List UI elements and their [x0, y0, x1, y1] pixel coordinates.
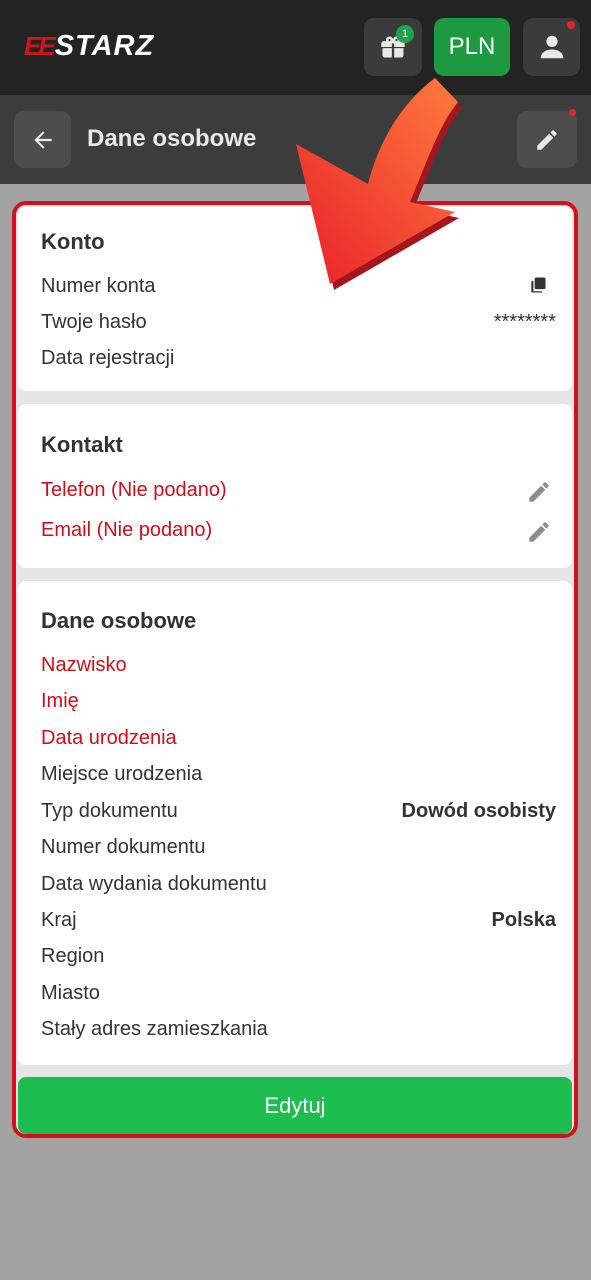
password-label: Twoje hasło [41, 311, 147, 333]
gift-count-badge: 1 [396, 25, 414, 43]
document-type-label: Typ dokumentu [41, 800, 178, 822]
logo-mark: EE [24, 30, 56, 61]
edit-notification-dot [569, 109, 576, 116]
document-type-value: Dowód osobisty [401, 800, 556, 822]
city-label: Miasto [41, 982, 100, 1004]
address-label: Stały adres zamieszkania [41, 1018, 268, 1040]
user-icon [540, 35, 563, 59]
password-value: ******** [493, 311, 556, 333]
phone-row[interactable]: Telefon (Nie podano) [41, 479, 556, 507]
document-issue-date-label: Data wydania dokumentu [41, 873, 267, 895]
edit-phone-icon[interactable] [526, 479, 552, 511]
page-title: Dane osobowe [87, 125, 257, 152]
password-row: Twoje hasło ******** [41, 311, 556, 339]
edit-profile-button[interactable] [517, 109, 577, 168]
registration-date-row: Data rejestracji [41, 347, 556, 375]
region-label: Region [41, 945, 105, 967]
country-row: Kraj Polska [41, 909, 556, 937]
gift-button[interactable]: 1 [364, 18, 422, 76]
profile-button[interactable] [523, 18, 580, 76]
birth-date-row: Data urodzenia [41, 727, 556, 755]
copy-icon[interactable] [528, 275, 548, 301]
personal-data-panel: Konto Numer konta Twoje hasło ******** D… [12, 201, 578, 1138]
registration-date-label: Data rejestracji [41, 347, 175, 369]
first-name-row: Imię [41, 690, 556, 718]
currency-button[interactable]: PLN [434, 18, 510, 76]
surname-row: Nazwisko [41, 654, 556, 682]
document-number-row: Numer dokumentu [41, 836, 556, 864]
country-value: Polska [491, 909, 556, 931]
arrow-left-icon [33, 130, 52, 149]
region-row: Region [41, 945, 556, 973]
email-row[interactable]: Email (Nie podano) [41, 519, 556, 547]
document-issue-date-row: Data wydania dokumentu [41, 873, 556, 901]
birth-place-row: Miejsce urodzenia [41, 763, 556, 791]
logo[interactable]: EE STARZ [24, 30, 154, 62]
account-number-label: Numer konta [41, 275, 156, 297]
personal-data-card: Dane osobowe Nazwisko Imię Data urodzeni… [18, 581, 572, 1065]
surname-label: Nazwisko [41, 654, 127, 676]
back-button[interactable] [14, 111, 71, 168]
contact-card: Kontakt Telefon (Nie podano) Email (Nie … [18, 404, 572, 568]
contact-heading: Kontakt [41, 432, 123, 457]
birth-date-label: Data urodzenia [41, 727, 177, 749]
country-label: Kraj [41, 909, 77, 931]
logo-text: STARZ [54, 29, 155, 62]
email-label: Email (Nie podano) [41, 519, 213, 541]
birth-place-label: Miejsce urodzenia [41, 763, 203, 785]
account-heading: Konto [41, 229, 105, 254]
pencil-icon [537, 129, 557, 150]
edit-button[interactable]: Edytuj [18, 1077, 572, 1134]
personal-heading: Dane osobowe [41, 608, 197, 633]
first-name-label: Imię [41, 690, 79, 712]
notification-dot [567, 21, 575, 29]
pointer-arrow-icon [296, 78, 462, 290]
document-number-label: Numer dokumentu [41, 836, 206, 858]
edit-email-icon[interactable] [526, 519, 552, 551]
phone-label: Telefon (Nie podano) [41, 479, 227, 501]
address-row: Stały adres zamieszkania [41, 1018, 556, 1046]
city-row: Miasto [41, 982, 556, 1010]
document-type-row: Typ dokumentu Dowód osobisty [41, 800, 556, 828]
